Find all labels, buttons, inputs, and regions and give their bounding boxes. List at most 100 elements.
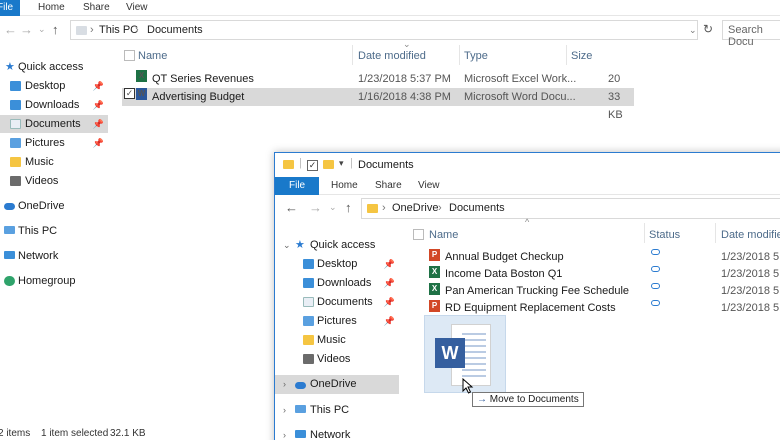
address-bar[interactable]: › OneDrive › Documents	[361, 198, 780, 219]
column-divider[interactable]	[715, 223, 716, 243]
column-divider[interactable]	[352, 45, 353, 65]
window-title: Documents	[358, 159, 414, 171]
column-header-date[interactable]: Date modified	[721, 226, 780, 244]
pin-icon[interactable]: 📌	[93, 134, 104, 152]
sidebar-item-music[interactable]: Music	[0, 153, 108, 171]
file-row[interactable]: X Pan American Trucking Fee Schedule 1/2…	[425, 283, 780, 300]
column-divider[interactable]	[459, 45, 460, 65]
videos-icon	[10, 176, 21, 186]
up-arrow-icon[interactable]: ↑	[52, 22, 59, 37]
forward-arrow-icon[interactable]: →	[20, 22, 33, 37]
recent-chevron-icon[interactable]: ⌄	[329, 202, 337, 213]
pin-icon[interactable]: 📌	[384, 312, 395, 331]
expand-chevron-icon[interactable]: ›	[283, 401, 286, 420]
pin-icon[interactable]: 📌	[93, 96, 104, 114]
tab-view[interactable]: View	[418, 177, 440, 195]
sidebar-item-videos[interactable]: Videos	[0, 172, 108, 190]
column-header-name[interactable]: Name	[138, 47, 167, 65]
tab-file[interactable]: File	[0, 0, 21, 16]
title-separator: |	[299, 157, 302, 169]
move-arrow-icon: →	[477, 394, 487, 405]
sidebar-item-onedrive[interactable]: OneDrive	[0, 197, 108, 215]
address-bar[interactable]: › This PC › Documents ⌄	[70, 20, 698, 40]
sidebar-item-pictures[interactable]: Pictures 📌	[0, 134, 108, 152]
breadcrumb-documents[interactable]: Documents	[449, 202, 505, 214]
select-all-checkbox[interactable]	[124, 50, 135, 61]
pin-icon[interactable]: 📌	[384, 274, 395, 293]
star-icon: ★	[295, 239, 305, 251]
tab-home[interactable]: Home	[331, 177, 358, 195]
new-folder-icon[interactable]	[323, 160, 334, 169]
up-arrow-icon[interactable]: ↑	[345, 200, 352, 215]
column-header-date[interactable]: Date modified	[358, 47, 426, 65]
file-row[interactable]: X Income Data Boston Q1 1/23/2018 5:3	[425, 266, 780, 283]
column-header-size[interactable]: Size	[571, 47, 592, 65]
back-arrow-icon[interactable]: ←	[285, 200, 298, 215]
column-divider[interactable]	[644, 223, 645, 243]
sidebar-label: OneDrive	[310, 378, 357, 390]
sidebar-item-quick-access[interactable]: ★ Quick access	[0, 58, 108, 76]
pin-icon[interactable]: 📌	[93, 77, 104, 95]
pin-icon[interactable]: 📌	[384, 255, 395, 274]
file-row[interactable]: X QT Series Revenues 1/23/2018 5:37 PM M…	[122, 70, 634, 103]
desktop-icon	[10, 81, 21, 91]
collapse-chevron-icon[interactable]: ⌄	[283, 236, 291, 255]
sidebar-item-music[interactable]: Music	[275, 331, 399, 350]
select-all-checkbox[interactable]	[413, 229, 424, 240]
documents-icon	[10, 119, 21, 129]
sidebar-item-this-pc[interactable]: This PC	[0, 222, 108, 240]
tab-share[interactable]: Share	[375, 177, 402, 195]
breadcrumb-onedrive[interactable]: OneDrive	[392, 202, 438, 214]
address-folder-icon	[76, 26, 87, 35]
search-input[interactable]: Search Docu	[722, 20, 780, 48]
sidebar-item-network[interactable]: Network	[0, 247, 108, 265]
column-header-type[interactable]: Type	[464, 47, 488, 65]
sidebar-item-downloads[interactable]: Downloads 📌	[275, 274, 399, 293]
sidebar-item-homegroup[interactable]: Homegroup	[0, 272, 108, 290]
recent-chevron-icon[interactable]: ⌄	[38, 24, 46, 35]
forward-arrow-icon[interactable]: →	[309, 200, 322, 215]
sidebar-label: Videos	[25, 175, 59, 187]
refresh-icon[interactable]: ↻	[703, 22, 713, 36]
sidebar-item-desktop[interactable]: Desktop 📌	[275, 255, 399, 274]
breadcrumb-this-pc[interactable]: This PC	[99, 24, 138, 36]
file-type: Microsoft Word Docu...	[464, 91, 576, 103]
expand-chevron-icon[interactable]: ›	[283, 426, 286, 440]
sidebar-item-this-pc[interactable]: › This PC	[275, 401, 399, 420]
properties-checkbox-icon[interactable]: ✓	[307, 160, 318, 171]
file-date: 1/23/2018 5:3	[721, 268, 780, 280]
tab-file[interactable]: File	[275, 177, 320, 195]
sidebar-item-desktop[interactable]: Desktop 📌	[0, 77, 108, 95]
title-separator: |	[350, 157, 353, 169]
file-size: 33 KB	[608, 91, 623, 121]
sidebar-item-quick-access[interactable]: ⌄ ★ Quick access	[275, 236, 399, 255]
column-divider[interactable]	[566, 45, 567, 65]
sidebar-item-onedrive[interactable]: › OneDrive	[275, 375, 399, 394]
breadcrumb-documents[interactable]: Documents	[147, 24, 203, 36]
tab-home[interactable]: Home	[38, 0, 65, 16]
sidebar-item-network[interactable]: › Network	[275, 426, 399, 440]
file-row[interactable]: P Annual Budget Checkup 1/23/2018 5:3	[425, 249, 780, 266]
address-dropdown-icon[interactable]: ⌄	[689, 25, 697, 36]
row-checkbox[interactable]: ✓	[124, 88, 135, 99]
column-header-name[interactable]: Name	[429, 226, 458, 244]
sidebar-item-documents[interactable]: Documents 📌	[275, 293, 399, 312]
back-arrow-icon[interactable]: ←	[4, 22, 17, 37]
file-date: 1/23/2018 5:3	[721, 302, 780, 314]
star-icon: ★	[5, 61, 15, 73]
sidebar-item-downloads[interactable]: Downloads 📌	[0, 96, 108, 114]
pin-icon[interactable]: 📌	[384, 293, 395, 312]
file-row-selected[interactable]: ✓ W Advertising Budget 1/16/2018 4:38 PM…	[122, 88, 634, 121]
pictures-icon	[303, 316, 314, 326]
tab-view[interactable]: View	[126, 0, 148, 16]
tab-share[interactable]: Share	[83, 0, 110, 16]
column-header-status[interactable]: Status	[649, 226, 680, 244]
sidebar-item-pictures[interactable]: Pictures 📌	[275, 312, 399, 331]
sidebar-item-documents[interactable]: Documents 📌	[0, 115, 108, 133]
expand-chevron-icon[interactable]: ›	[283, 375, 286, 394]
quick-access-toolbar-chevron-icon[interactable]: ▾	[339, 158, 344, 169]
ribbon-tabs: File Home Share View	[275, 177, 780, 195]
pin-icon[interactable]: 📌	[93, 115, 104, 133]
sidebar-item-videos[interactable]: Videos	[275, 350, 399, 369]
cloud-status-icon	[651, 249, 660, 255]
